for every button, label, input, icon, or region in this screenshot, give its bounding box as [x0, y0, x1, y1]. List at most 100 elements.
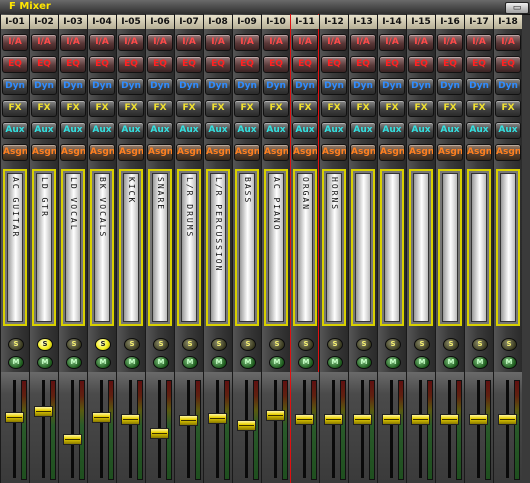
- scribble-strip[interactable]: SNARE: [148, 169, 172, 326]
- assign-button[interactable]: Asgn: [408, 144, 434, 161]
- aux-button[interactable]: Aux: [379, 122, 405, 139]
- aux-button[interactable]: Aux: [437, 122, 463, 139]
- solo-button[interactable]: S: [472, 338, 488, 351]
- assign-button[interactable]: Asgn: [379, 144, 405, 161]
- dynamics-button[interactable]: Dyn: [495, 78, 521, 95]
- fader-knob[interactable]: [353, 414, 372, 425]
- solo-button[interactable]: S: [8, 338, 24, 351]
- dynamics-button[interactable]: Dyn: [118, 78, 144, 95]
- fx-button[interactable]: FX: [2, 100, 28, 117]
- fader-track[interactable]: [71, 380, 74, 478]
- fx-button[interactable]: FX: [31, 100, 57, 117]
- fader-knob[interactable]: [5, 412, 24, 424]
- mute-button[interactable]: M: [182, 356, 198, 369]
- fx-button[interactable]: FX: [205, 100, 231, 117]
- solo-button[interactable]: S: [95, 338, 111, 351]
- scribble-strip[interactable]: [496, 169, 520, 326]
- fader-knob[interactable]: [469, 414, 488, 425]
- fx-button[interactable]: FX: [176, 100, 202, 117]
- mute-button[interactable]: M: [443, 356, 459, 369]
- dynamics-button[interactable]: Dyn: [408, 78, 434, 95]
- solo-button[interactable]: S: [414, 338, 430, 351]
- fader-knob[interactable]: [237, 419, 256, 431]
- solo-button[interactable]: S: [443, 338, 459, 351]
- aux-button[interactable]: Aux: [176, 122, 202, 139]
- dynamics-button[interactable]: Dyn: [31, 78, 57, 95]
- eq-button[interactable]: EQ: [89, 56, 115, 73]
- fx-button[interactable]: FX: [118, 100, 144, 117]
- aux-button[interactable]: Aux: [89, 122, 115, 139]
- aux-button[interactable]: Aux: [60, 122, 86, 139]
- fx-button[interactable]: FX: [89, 100, 115, 117]
- fader-knob[interactable]: [440, 414, 459, 425]
- mute-button[interactable]: M: [66, 356, 82, 369]
- scribble-strip[interactable]: BK VOCALS: [90, 169, 114, 326]
- fader-track[interactable]: [477, 380, 480, 478]
- solo-button[interactable]: S: [356, 338, 372, 351]
- channel-label[interactable]: I-17: [465, 15, 493, 29]
- fx-button[interactable]: FX: [147, 100, 173, 117]
- aux-button[interactable]: Aux: [118, 122, 144, 139]
- solo-button[interactable]: S: [240, 338, 256, 351]
- aux-button[interactable]: Aux: [205, 122, 231, 139]
- fader-knob[interactable]: [324, 414, 343, 425]
- dynamics-button[interactable]: Dyn: [321, 78, 347, 95]
- eq-button[interactable]: EQ: [408, 56, 434, 73]
- solo-button[interactable]: S: [211, 338, 227, 351]
- eq-button[interactable]: EQ: [495, 56, 521, 73]
- scribble-strip[interactable]: [409, 169, 433, 326]
- aux-button[interactable]: Aux: [147, 122, 173, 139]
- fader-knob[interactable]: [382, 414, 401, 425]
- eq-button[interactable]: EQ: [350, 56, 376, 73]
- scribble-strip[interactable]: AC GUITAR: [3, 169, 27, 326]
- fader-knob[interactable]: [63, 434, 82, 446]
- io-button[interactable]: I/A: [234, 34, 260, 51]
- mute-button[interactable]: M: [124, 356, 140, 369]
- io-button[interactable]: I/A: [205, 34, 231, 51]
- mute-button[interactable]: M: [153, 356, 169, 369]
- io-button[interactable]: I/A: [437, 34, 463, 51]
- solo-button[interactable]: S: [66, 338, 82, 351]
- eq-button[interactable]: EQ: [263, 56, 289, 73]
- channel-label[interactable]: I-10: [262, 15, 290, 29]
- fader-knob[interactable]: [498, 414, 517, 425]
- channel-label[interactable]: I-02: [30, 15, 58, 29]
- dynamics-button[interactable]: Dyn: [263, 78, 289, 95]
- solo-button[interactable]: S: [37, 338, 53, 351]
- assign-button[interactable]: Asgn: [437, 144, 463, 161]
- channel-label[interactable]: I-03: [59, 15, 87, 29]
- aux-button[interactable]: Aux: [350, 122, 376, 139]
- fader-track[interactable]: [448, 380, 451, 478]
- scribble-strip[interactable]: L/R DRUMS: [177, 169, 201, 326]
- assign-button[interactable]: Asgn: [205, 144, 231, 161]
- eq-button[interactable]: EQ: [466, 56, 492, 73]
- scribble-strip[interactable]: L/R PERCUSSION: [206, 169, 230, 326]
- dynamics-button[interactable]: Dyn: [205, 78, 231, 95]
- fx-button[interactable]: FX: [437, 100, 463, 117]
- io-button[interactable]: I/A: [408, 34, 434, 51]
- assign-button[interactable]: Asgn: [350, 144, 376, 161]
- fader-knob[interactable]: [208, 413, 227, 425]
- fx-button[interactable]: FX: [495, 100, 521, 117]
- assign-button[interactable]: Asgn: [176, 144, 202, 161]
- dynamics-button[interactable]: Dyn: [176, 78, 202, 95]
- fader-knob[interactable]: [411, 414, 430, 425]
- aux-button[interactable]: Aux: [263, 122, 289, 139]
- aux-button[interactable]: Aux: [31, 122, 57, 139]
- assign-button[interactable]: Asgn: [60, 144, 86, 161]
- mute-button[interactable]: M: [414, 356, 430, 369]
- channel-label[interactable]: I-05: [117, 15, 145, 29]
- channel-label[interactable]: I-08: [204, 15, 232, 29]
- channel-label[interactable]: I-15: [407, 15, 435, 29]
- channel-label[interactable]: I-09: [233, 15, 261, 29]
- channel-label[interactable]: I-12: [320, 15, 348, 29]
- eq-button[interactable]: EQ: [205, 56, 231, 73]
- channel-label[interactable]: I-06: [146, 15, 174, 29]
- eq-button[interactable]: EQ: [60, 56, 86, 73]
- fader-track[interactable]: [390, 380, 393, 478]
- fader-knob[interactable]: [266, 409, 285, 421]
- scribble-strip[interactable]: [467, 169, 491, 326]
- assign-button[interactable]: Asgn: [321, 144, 347, 161]
- mute-button[interactable]: M: [356, 356, 372, 369]
- solo-button[interactable]: S: [182, 338, 198, 351]
